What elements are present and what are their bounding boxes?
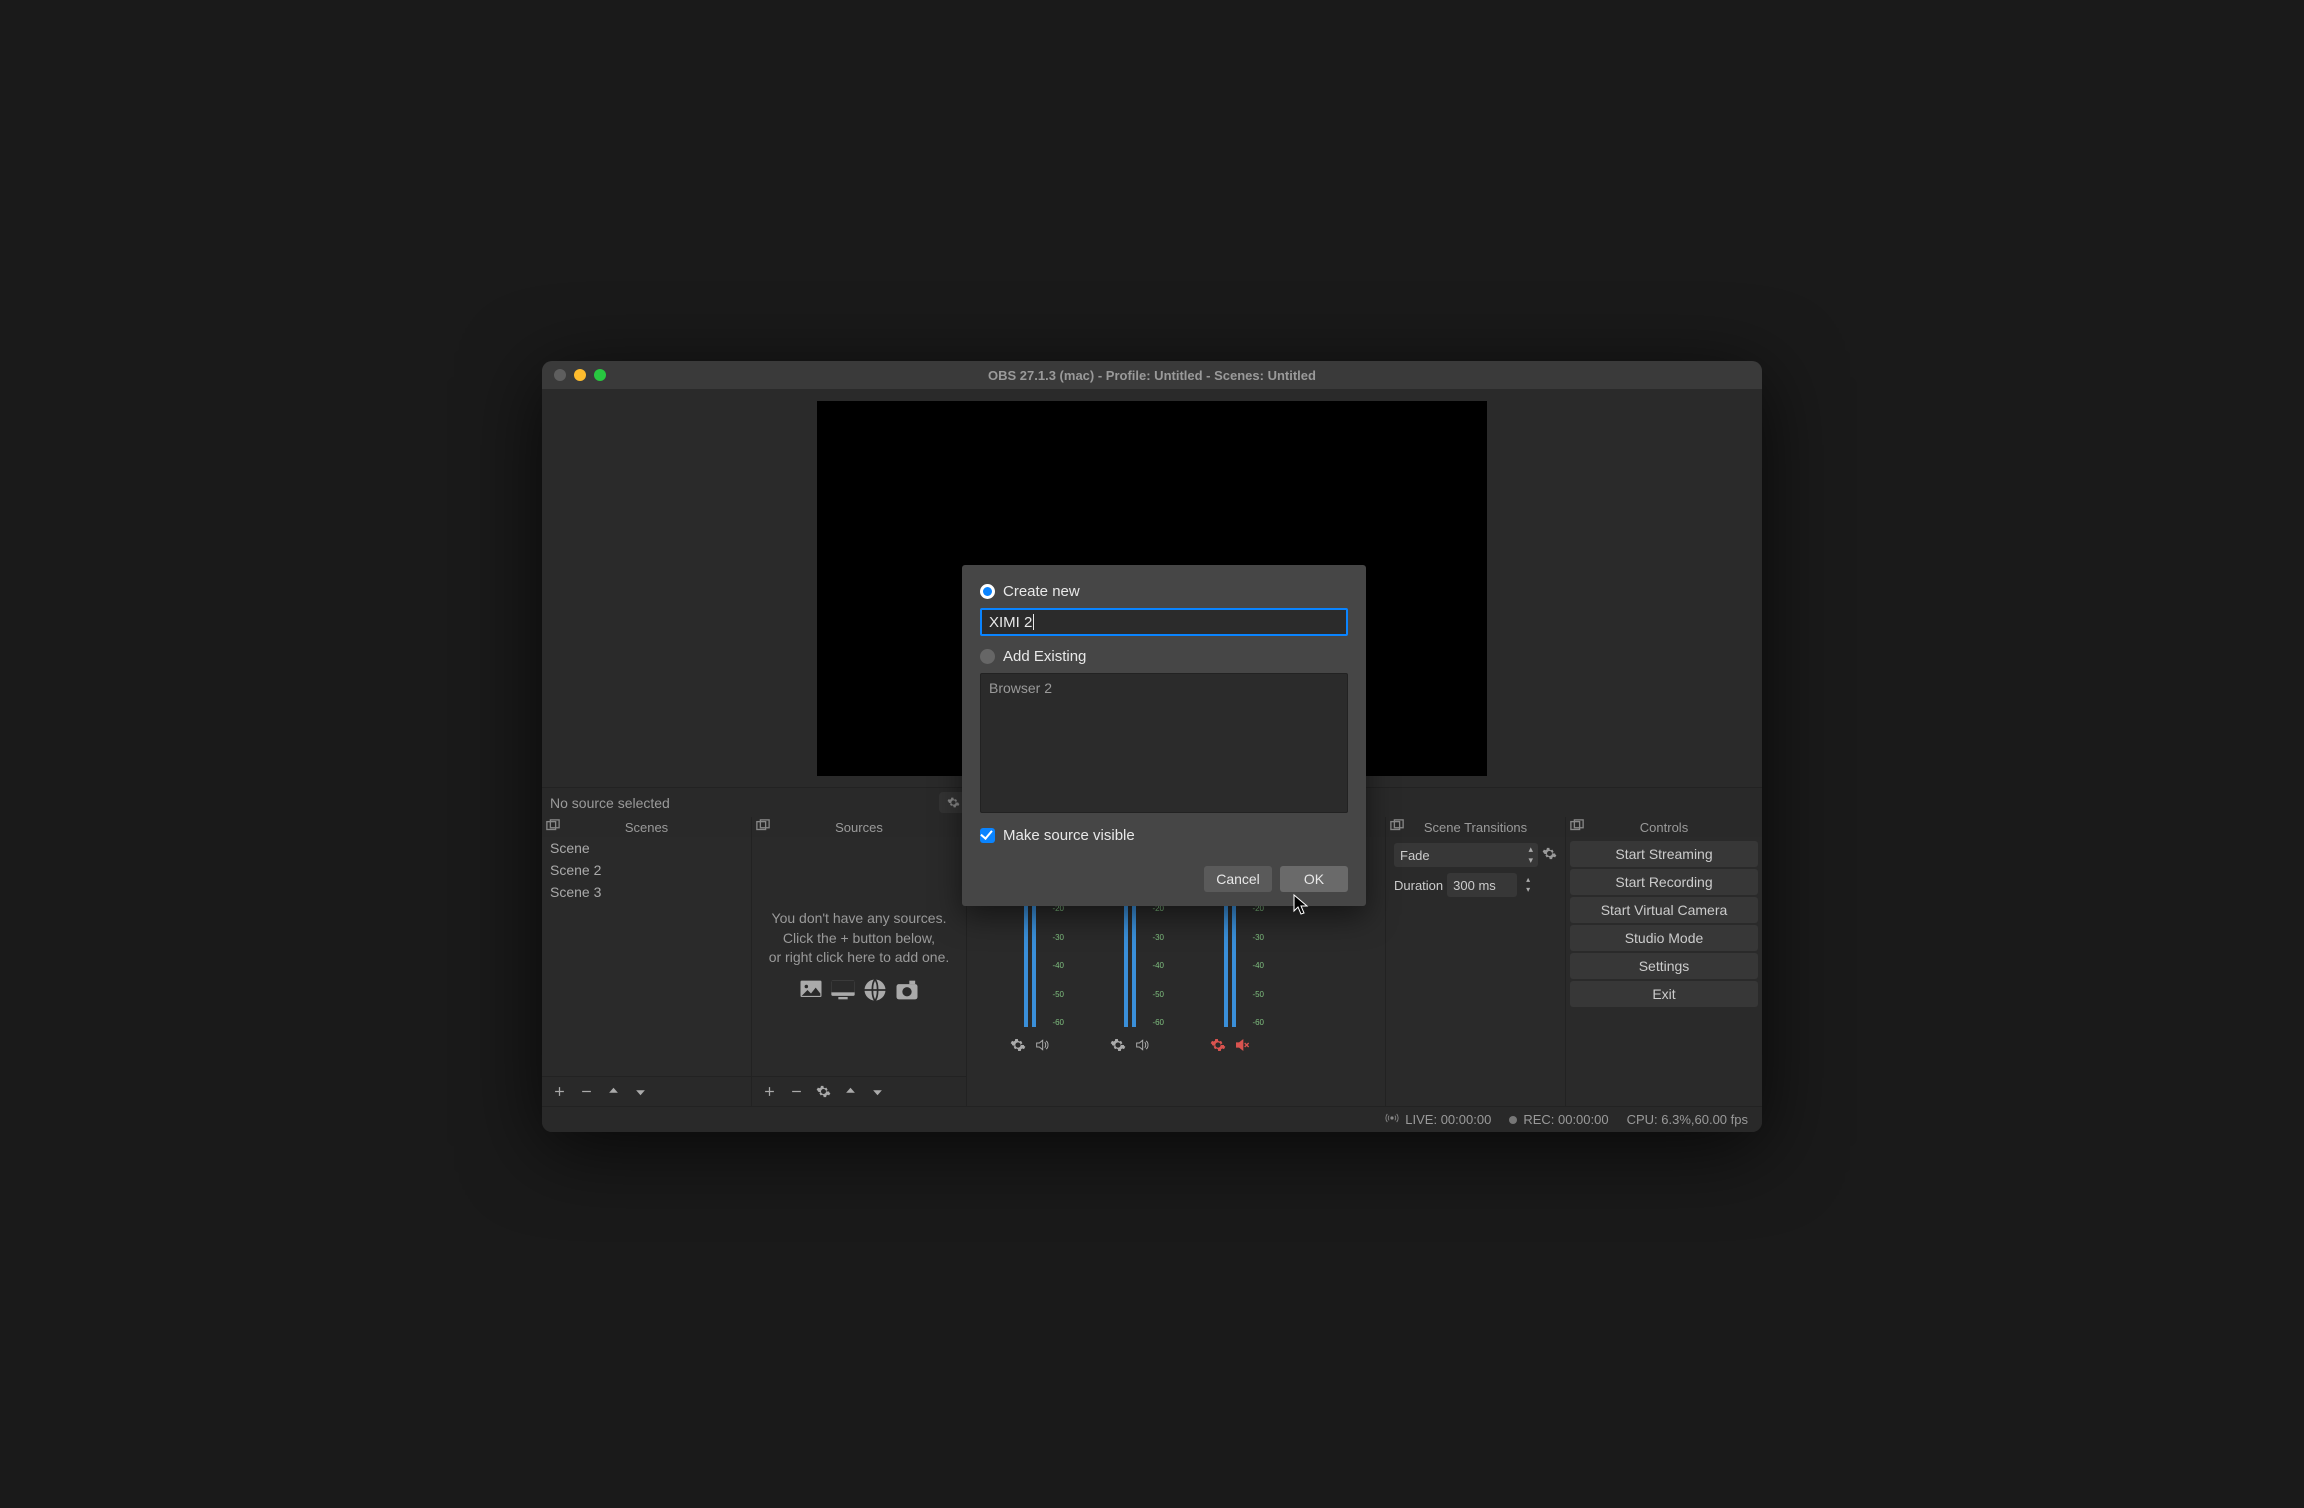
dialog-buttons: Cancel OK: [980, 866, 1348, 892]
sources-title: Sources: [835, 820, 883, 835]
sources-footer: [752, 1076, 966, 1106]
start-recording-button[interactable]: Start Recording: [1570, 869, 1758, 895]
controls-title: Controls: [1640, 820, 1688, 835]
existing-source-item[interactable]: Browser 2: [989, 680, 1339, 696]
speaker-muted-icon[interactable]: [1234, 1037, 1250, 1056]
cancel-button[interactable]: Cancel: [1204, 866, 1272, 892]
scenes-panel: Scenes Scene Scene 2 Scene 3: [542, 817, 752, 1106]
globe-icon: [861, 976, 889, 1004]
sources-empty-line: Click the + button below,: [783, 929, 935, 949]
scenes-footer: [542, 1076, 751, 1106]
make-visible-label: Make source visible: [1003, 827, 1135, 844]
studio-mode-button[interactable]: Studio Mode: [1570, 925, 1758, 951]
broadcast-icon: [1385, 1111, 1399, 1128]
transitions-header: Scene Transitions: [1386, 817, 1565, 837]
titlebar: OBS 27.1.3 (mac) - Profile: Untitled - S…: [542, 361, 1762, 389]
scenes-list[interactable]: Scene Scene 2 Scene 3: [542, 837, 751, 1076]
controls-body: Start Streaming Start Recording Start Vi…: [1566, 837, 1762, 1106]
move-up-button[interactable]: [843, 1084, 858, 1099]
image-icon: [797, 976, 825, 1004]
start-streaming-button[interactable]: Start Streaming: [1570, 841, 1758, 867]
gear-icon[interactable]: [1010, 1037, 1026, 1056]
dock-icon[interactable]: [546, 819, 560, 836]
display-icon: [829, 976, 857, 1004]
remove-scene-button[interactable]: [579, 1084, 594, 1099]
chevron-updown-icon: ▴▾: [1528, 844, 1533, 866]
checkbox-checked-icon[interactable]: [980, 828, 995, 843]
transition-selected: Fade: [1400, 848, 1430, 863]
start-virtual-camera-button[interactable]: Start Virtual Camera: [1570, 897, 1758, 923]
create-source-dialog: Create new XIMI 2 Add Existing Browser 2…: [962, 565, 1366, 906]
scenes-header: Scenes: [542, 817, 751, 837]
status-live: LIVE: 00:00:00: [1385, 1111, 1491, 1128]
add-existing-label: Add Existing: [1003, 648, 1086, 665]
duration-stepper[interactable]: ▴▾: [1521, 875, 1535, 895]
traffic-lights: [554, 369, 606, 381]
source-type-icons: [797, 976, 921, 1004]
move-up-button[interactable]: [606, 1084, 621, 1099]
scene-item[interactable]: Scene 2: [542, 859, 751, 881]
transition-select[interactable]: Fade ▴▾: [1394, 843, 1538, 867]
settings-button[interactable]: Settings: [1570, 953, 1758, 979]
record-dot-icon: [1509, 1116, 1517, 1124]
move-down-button[interactable]: [870, 1084, 885, 1099]
text-caret: [1033, 614, 1034, 630]
no-source-label: No source selected: [550, 795, 670, 811]
ok-button[interactable]: OK: [1280, 866, 1348, 892]
duration-value: 300 ms: [1453, 878, 1496, 893]
status-rec: REC: 00:00:00: [1509, 1112, 1608, 1127]
transitions-title: Scene Transitions: [1424, 820, 1527, 835]
maximize-window-button[interactable]: [594, 369, 606, 381]
transitions-panel: Scene Transitions Fade ▴▾ Duration 300 m…: [1386, 817, 1566, 1106]
window-title: OBS 27.1.3 (mac) - Profile: Untitled - S…: [542, 368, 1762, 383]
controls-header: Controls: [1566, 817, 1762, 837]
transition-settings-button[interactable]: [1542, 846, 1557, 864]
create-new-label: Create new: [1003, 583, 1080, 600]
dock-icon[interactable]: [1570, 819, 1584, 836]
sources-empty-line: or right click here to add one.: [769, 948, 950, 968]
make-visible-row[interactable]: Make source visible: [980, 827, 1348, 844]
add-scene-button[interactable]: [552, 1084, 567, 1099]
duration-input[interactable]: 300 ms: [1447, 873, 1517, 897]
sources-panel: Sources You don't have any sources. Clic…: [752, 817, 967, 1106]
move-down-button[interactable]: [633, 1084, 648, 1099]
gear-icon[interactable]: [1210, 1037, 1226, 1056]
cpu-text: CPU: 6.3%,60.00 fps: [1627, 1112, 1748, 1127]
minimize-window-button[interactable]: [574, 369, 586, 381]
create-new-radio-row[interactable]: Create new: [980, 583, 1348, 600]
camera-icon: [893, 976, 921, 1004]
rec-text: REC: 00:00:00: [1523, 1112, 1608, 1127]
controls-panel: Controls Start Streaming Start Recording…: [1566, 817, 1762, 1106]
sources-empty[interactable]: You don't have any sources. Click the + …: [752, 837, 966, 1076]
existing-sources-list[interactable]: Browser 2: [980, 673, 1348, 813]
source-name-value: XIMI 2: [989, 614, 1032, 631]
add-source-button[interactable]: [762, 1084, 777, 1099]
scene-item[interactable]: Scene: [542, 837, 751, 859]
gear-icon[interactable]: [1110, 1037, 1126, 1056]
radio-unchecked-icon[interactable]: [980, 649, 995, 664]
exit-button[interactable]: Exit: [1570, 981, 1758, 1007]
cursor-icon: [1292, 893, 1312, 920]
remove-source-button[interactable]: [789, 1084, 804, 1099]
speaker-icon[interactable]: [1134, 1037, 1150, 1056]
source-settings-button[interactable]: [816, 1084, 831, 1099]
dock-icon[interactable]: [756, 819, 770, 836]
sources-header: Sources: [752, 817, 966, 837]
scene-item[interactable]: Scene 3: [542, 881, 751, 903]
add-existing-radio-row[interactable]: Add Existing: [980, 648, 1348, 665]
transitions-body: Fade ▴▾ Duration 300 ms ▴▾: [1386, 837, 1565, 1106]
sources-empty-line: You don't have any sources.: [772, 909, 947, 929]
radio-checked-icon[interactable]: [980, 584, 995, 599]
dock-icon[interactable]: [1390, 819, 1404, 836]
close-window-button[interactable]: [554, 369, 566, 381]
gear-icon: [947, 796, 960, 809]
scenes-title: Scenes: [625, 820, 668, 835]
status-cpu: CPU: 6.3%,60.00 fps: [1627, 1112, 1748, 1127]
live-text: LIVE: 00:00:00: [1405, 1112, 1491, 1127]
duration-label: Duration: [1394, 878, 1443, 893]
source-name-input[interactable]: XIMI 2: [980, 608, 1348, 636]
status-bar: LIVE: 00:00:00 REC: 00:00:00 CPU: 6.3%,6…: [542, 1106, 1762, 1132]
speaker-icon[interactable]: [1034, 1037, 1050, 1056]
